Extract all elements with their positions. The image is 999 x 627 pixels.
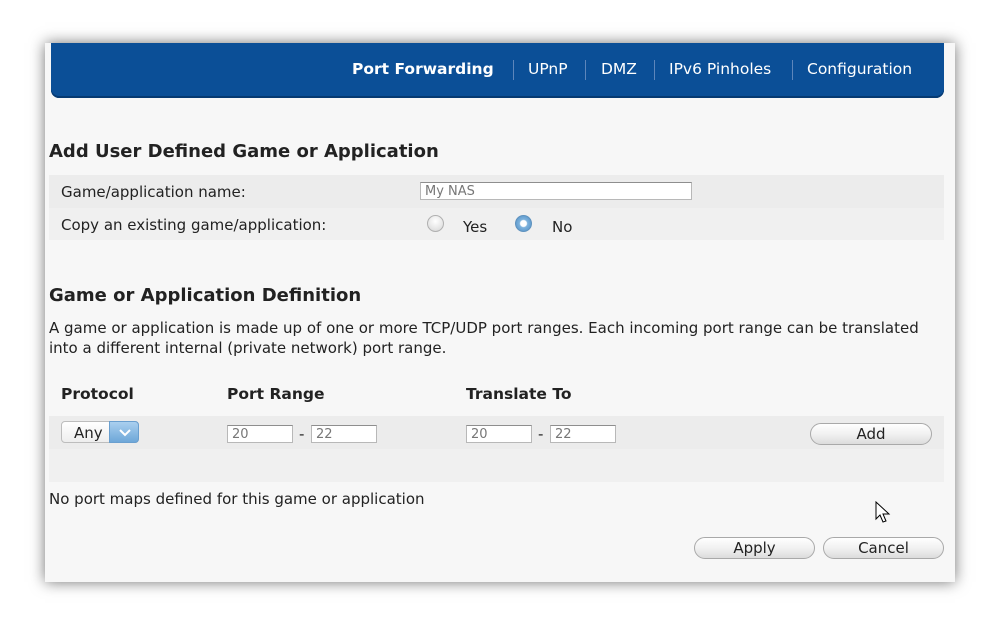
definition-description: A game or application is made up of one … <box>49 319 919 357</box>
translate-to-header: Translate To <box>466 385 572 403</box>
copy-yes-radio[interactable] <box>427 215 444 232</box>
nav-tab-configuration[interactable]: Configuration <box>807 60 912 78</box>
translate-start-input[interactable] <box>466 425 532 443</box>
empty-port-maps-message: No port maps defined for this game or ap… <box>49 490 425 508</box>
nav-separator <box>513 60 514 80</box>
copy-no-radio[interactable] <box>515 215 532 232</box>
chevron-down-icon[interactable] <box>109 421 139 443</box>
mouse-pointer-icon <box>875 501 891 523</box>
translate-separator: - <box>538 425 544 443</box>
nav-tab-ipv6-pinholes[interactable]: IPv6 Pinholes <box>669 60 771 78</box>
add-section-title: Add User Defined Game or Application <box>49 141 439 162</box>
apply-button[interactable]: Apply <box>694 537 815 559</box>
protocol-select-value: Any <box>74 424 103 442</box>
copy-existing-label: Copy an existing game/application: <box>61 216 327 234</box>
protocol-select[interactable]: Any <box>61 421 139 443</box>
port-range-header: Port Range <box>227 385 325 403</box>
game-name-label: Game/application name: <box>61 183 246 201</box>
definition-section-title: Game or Application Definition <box>49 285 362 306</box>
nav-separator <box>654 60 655 80</box>
cancel-button[interactable]: Cancel <box>823 537 944 559</box>
nav-tab-upnp[interactable]: UPnP <box>528 60 568 78</box>
nav-separator <box>792 60 793 80</box>
dialog-window: Port Forwarding UPnP DMZ IPv6 Pinholes C… <box>45 43 955 582</box>
top-nav: Port Forwarding UPnP DMZ IPv6 Pinholes C… <box>51 43 944 98</box>
add-button[interactable]: Add <box>810 423 932 445</box>
nav-separator <box>585 60 586 80</box>
copy-no-label: No <box>552 218 573 236</box>
copy-yes-label: Yes <box>463 218 488 236</box>
nav-tab-dmz[interactable]: DMZ <box>601 60 637 78</box>
translate-end-input[interactable] <box>550 425 616 443</box>
protocol-header: Protocol <box>61 385 134 403</box>
port-range-separator: - <box>299 425 305 443</box>
port-range-start-input[interactable] <box>227 425 293 443</box>
port-range-end-input[interactable] <box>311 425 377 443</box>
nav-tab-port-forwarding[interactable]: Port Forwarding <box>352 60 494 78</box>
spacer-row <box>49 449 944 482</box>
game-name-input[interactable] <box>420 182 692 200</box>
